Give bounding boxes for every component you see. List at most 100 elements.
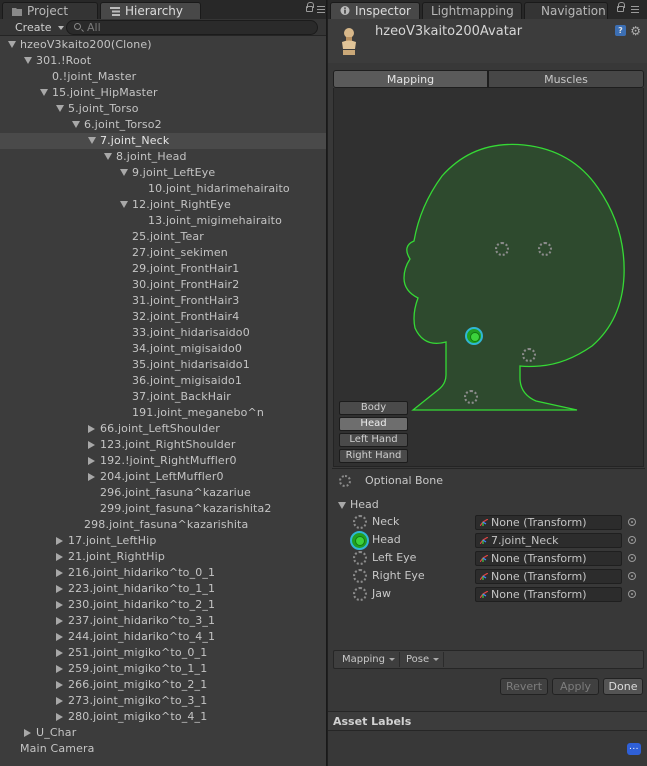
tree-row[interactable]: 5.joint_Torso bbox=[0, 101, 326, 117]
pose-dropdown[interactable]: Pose bbox=[400, 652, 445, 667]
tree-row[interactable]: 230.joint_hidariko^to_2_1 bbox=[0, 597, 326, 613]
search-field[interactable] bbox=[66, 20, 318, 35]
collapse-arrow-icon[interactable] bbox=[56, 537, 63, 545]
tree-row[interactable]: 27.joint_sekimen bbox=[0, 245, 326, 261]
left-hand-button[interactable]: Left Hand bbox=[339, 433, 408, 447]
object-picker-icon[interactable] bbox=[628, 518, 636, 526]
tree-row[interactable]: 244.joint_hidariko^to_4_1 bbox=[0, 629, 326, 645]
neck-joint-marker[interactable] bbox=[465, 327, 483, 345]
tree-row[interactable]: 34.joint_migisaido0 bbox=[0, 341, 326, 357]
collapse-arrow-icon[interactable] bbox=[56, 649, 63, 657]
tab-project[interactable]: Project bbox=[2, 2, 98, 19]
help-icon[interactable]: ? bbox=[615, 25, 626, 36]
tree-row[interactable]: 9.joint_LeftEye bbox=[0, 165, 326, 181]
tree-row[interactable]: 12.joint_RightEye bbox=[0, 197, 326, 213]
tab-lightmapping[interactable]: Lightmapping bbox=[422, 2, 522, 19]
lock-icon[interactable] bbox=[617, 2, 625, 12]
bone-transform-field[interactable]: 7.joint_Neck bbox=[475, 533, 622, 548]
tree-row[interactable]: 30.joint_FrontHair2 bbox=[0, 277, 326, 293]
expand-arrow-icon[interactable] bbox=[88, 137, 96, 144]
bone-transform-field[interactable]: None (Transform) bbox=[475, 515, 622, 530]
object-picker-icon[interactable] bbox=[628, 572, 636, 580]
tree-row[interactable]: 204.joint_LeftMuffler0 bbox=[0, 469, 326, 485]
tree-row[interactable]: 296.joint_fasuna^kazariue bbox=[0, 485, 326, 501]
tree-row[interactable]: 10.joint_hidarimehairaito bbox=[0, 181, 326, 197]
tree-row[interactable]: 298.joint_fasuna^kazarishita bbox=[0, 517, 326, 533]
tree-row[interactable]: 6.joint_Torso2 bbox=[0, 117, 326, 133]
collapse-arrow-icon[interactable] bbox=[56, 665, 63, 673]
bone-transform-field[interactable]: None (Transform) bbox=[475, 569, 622, 584]
tree-row[interactable]: 31.joint_FrontHair3 bbox=[0, 293, 326, 309]
tree-row[interactable]: 192.!joint_RightMuffler0 bbox=[0, 453, 326, 469]
right-eye-joint-marker[interactable] bbox=[538, 242, 552, 256]
expand-arrow-icon[interactable] bbox=[8, 41, 16, 48]
collapse-arrow-icon[interactable] bbox=[56, 713, 63, 721]
lock-icon[interactable] bbox=[306, 2, 314, 12]
search-input[interactable] bbox=[87, 21, 307, 34]
expand-arrow-icon[interactable] bbox=[40, 89, 48, 96]
more-options-button[interactable]: ... bbox=[627, 743, 641, 755]
collapse-arrow-icon[interactable] bbox=[88, 425, 95, 433]
menu-icon[interactable] bbox=[631, 6, 639, 13]
collapse-arrow-icon[interactable] bbox=[24, 729, 31, 737]
revert-button[interactable]: Revert bbox=[500, 678, 548, 695]
collapse-arrow-icon[interactable] bbox=[56, 633, 63, 641]
done-button[interactable]: Done bbox=[603, 678, 643, 695]
tree-row[interactable]: 237.joint_hidariko^to_3_1 bbox=[0, 613, 326, 629]
collapse-arrow-icon[interactable] bbox=[56, 553, 63, 561]
collapse-arrow-icon[interactable] bbox=[56, 601, 63, 609]
head-button[interactable]: Head bbox=[339, 417, 408, 431]
body-button[interactable]: Body bbox=[339, 401, 408, 415]
tree-row[interactable]: 37.joint_BackHair bbox=[0, 389, 326, 405]
tree-row[interactable]: 33.joint_hidarisaido0 bbox=[0, 325, 326, 341]
collapse-arrow-icon[interactable] bbox=[88, 473, 95, 481]
tree-row[interactable]: 17.joint_LeftHip bbox=[0, 533, 326, 549]
tab-muscles[interactable]: Muscles bbox=[488, 70, 644, 88]
tree-row[interactable]: 35.joint_hidarisaido1 bbox=[0, 357, 326, 373]
tree-row[interactable]: 266.joint_migiko^to_2_1 bbox=[0, 677, 326, 693]
object-picker-icon[interactable] bbox=[628, 554, 636, 562]
tree-row[interactable]: 7.joint_Neck bbox=[0, 133, 326, 149]
bone-transform-field[interactable]: None (Transform) bbox=[475, 551, 622, 566]
collapse-arrow-icon[interactable] bbox=[56, 617, 63, 625]
tree-row[interactable]: 21.joint_RightHip bbox=[0, 549, 326, 565]
tree-row[interactable]: hzeoV3kaito200(Clone) bbox=[0, 37, 326, 53]
expand-arrow-icon[interactable] bbox=[72, 121, 80, 128]
create-button[interactable]: Create bbox=[8, 20, 70, 35]
tree-row[interactable]: Main Camera bbox=[0, 741, 326, 757]
tree-row[interactable]: 301.!Root bbox=[0, 53, 326, 69]
tree-row[interactable]: 25.joint_Tear bbox=[0, 229, 326, 245]
tree-row[interactable]: 259.joint_migiko^to_1_1 bbox=[0, 661, 326, 677]
collapse-arrow-icon[interactable] bbox=[88, 441, 95, 449]
tab-inspector[interactable]: Inspector bbox=[330, 2, 420, 19]
collapse-arrow-icon[interactable] bbox=[56, 697, 63, 705]
collapse-arrow-icon[interactable] bbox=[56, 569, 63, 577]
left-eye-joint-marker[interactable] bbox=[495, 242, 509, 256]
expand-arrow-icon[interactable] bbox=[120, 169, 128, 176]
collapse-arrow-icon[interactable] bbox=[56, 681, 63, 689]
tree-row[interactable]: U_Char bbox=[0, 725, 326, 741]
expand-arrow-icon[interactable] bbox=[56, 105, 64, 112]
lower-neck-joint-marker[interactable] bbox=[464, 390, 478, 404]
bone-transform-field[interactable]: None (Transform) bbox=[475, 587, 622, 602]
tree-row[interactable]: 216.joint_hidariko^to_0_1 bbox=[0, 565, 326, 581]
tree-row[interactable]: 223.joint_hidariko^to_1_1 bbox=[0, 581, 326, 597]
tree-row[interactable]: 36.joint_migisaido1 bbox=[0, 373, 326, 389]
tree-row[interactable]: 123.joint_RightShoulder bbox=[0, 437, 326, 453]
collapse-arrow-icon[interactable] bbox=[88, 457, 95, 465]
expand-arrow-icon[interactable] bbox=[120, 201, 128, 208]
gear-icon[interactable]: ⚙ bbox=[630, 24, 641, 38]
tree-row[interactable]: 32.joint_FrontHair4 bbox=[0, 309, 326, 325]
expand-arrow-icon[interactable] bbox=[24, 57, 32, 64]
tree-row[interactable]: 66.joint_LeftShoulder bbox=[0, 421, 326, 437]
tree-row[interactable]: 13.joint_migimehairaito bbox=[0, 213, 326, 229]
tree-row[interactable]: 251.joint_migiko^to_0_1 bbox=[0, 645, 326, 661]
tree-row[interactable]: 8.joint_Head bbox=[0, 149, 326, 165]
collapse-arrow-icon[interactable] bbox=[56, 585, 63, 593]
apply-button[interactable]: Apply bbox=[552, 678, 599, 695]
mapping-dropdown[interactable]: Mapping bbox=[336, 652, 400, 667]
tree-row[interactable]: 280.joint_migiko^to_4_1 bbox=[0, 709, 326, 725]
menu-icon[interactable] bbox=[317, 6, 325, 13]
tree-row[interactable]: 29.joint_FrontHair1 bbox=[0, 261, 326, 277]
tab-mapping[interactable]: Mapping bbox=[333, 70, 488, 88]
